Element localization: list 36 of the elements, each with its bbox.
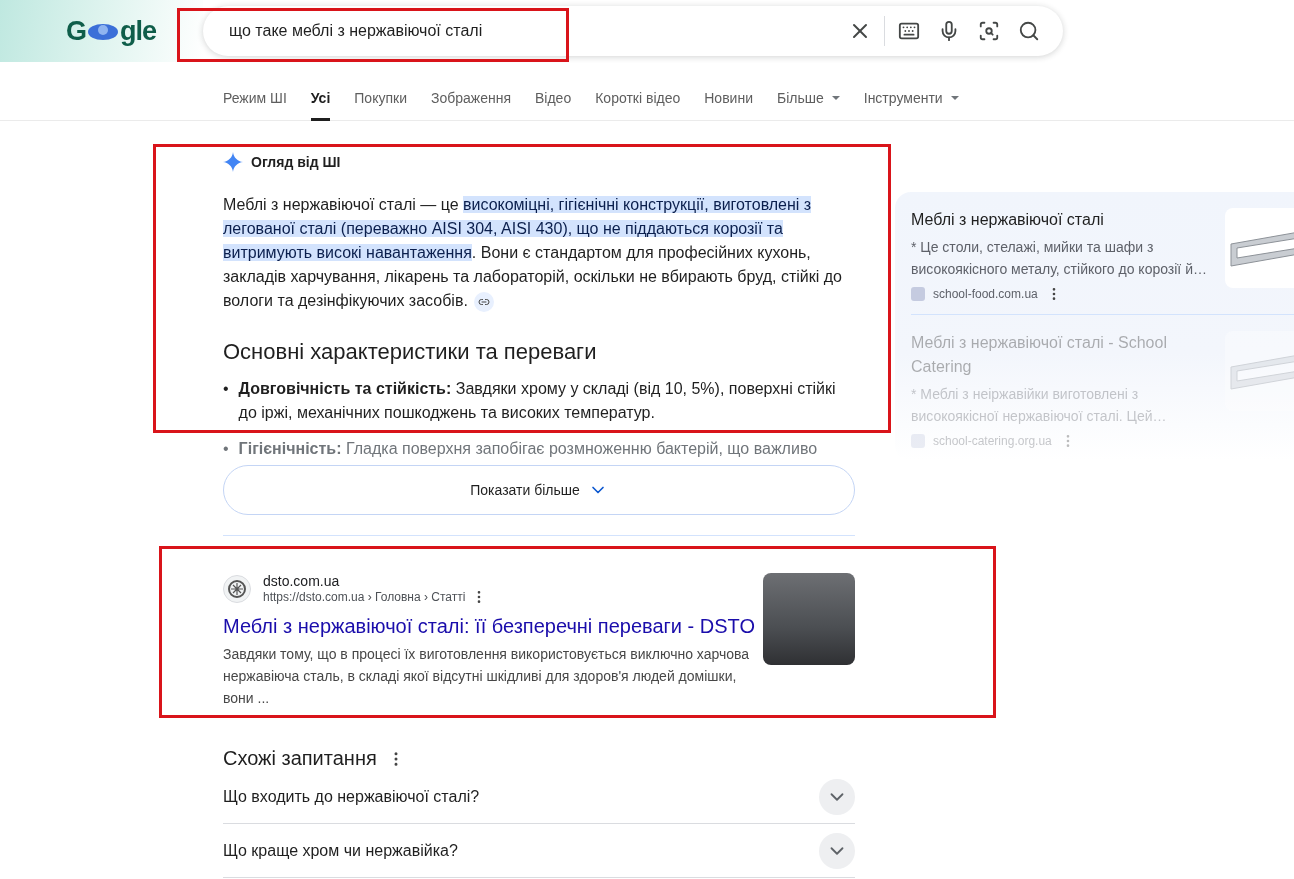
bullet-text: Гігієнічність: Гладка поверхня запобігає розмноженню бактерій, що важливо [238, 439, 818, 459]
bullet-marker: • [223, 439, 229, 459]
photo-placeholder[interactable] [763, 573, 855, 665]
result-snippet: Завдяки тому, що в процесі їх виготовлення використовується виключно харчова нержавіюча сталь, в складі якої відсутні шкідливі для здоров'я людей домішки, вони ... [223, 645, 751, 708]
link-icon[interactable] [473, 291, 494, 312]
search-tab[interactable]: Короткі відео [595, 70, 681, 121]
search-tab[interactable]: Новини [704, 70, 753, 121]
search-tab[interactable]: Більше [776, 70, 840, 121]
site-favicon [911, 287, 925, 301]
related-questions-title: Схожі запитання [223, 747, 377, 770]
search-field[interactable]: що таке меблі з нержавіючої сталі [227, 21, 840, 41]
source-snippet: * Це столи, стелажі, мийки та шафи з високоякісного металу, стійкого до корозії й… [911, 238, 1208, 279]
search-tab[interactable]: Зображення [430, 70, 511, 121]
show-more-button[interactable]: Показати більше [223, 465, 855, 515]
search-tab[interactable]: Відео [535, 70, 572, 121]
overview-heading: Основні характеристики та переваги [223, 339, 598, 365]
question-text[interactable]: Що краще хром чи нержавійка? [223, 841, 458, 860]
site-favicon [223, 575, 251, 603]
bullet-marker: • [223, 379, 229, 399]
source-site: school-catering.org.ua [933, 434, 1052, 448]
expand-button[interactable] [819, 778, 855, 815]
search-tab[interactable]: Інструменти [863, 70, 959, 121]
site-name: dsto.com.ua [263, 573, 341, 589]
search-tab[interactable]: Усі [310, 70, 331, 121]
bullet-text: Довговічність та стійкість: Завдяки хрому у складі (від 10, 5%), поверхні стійкі до іржі, механічних пошкоджень та високих температур. [238, 379, 837, 423]
product-thumbnail[interactable] [1225, 208, 1294, 288]
search-tab[interactable]: Режим ШІ [223, 70, 287, 121]
result-url: https://dsto.com.ua › Головна › Статті [263, 590, 466, 604]
source-title[interactable]: Меблі з нержавіючої сталі [911, 208, 1213, 232]
result-title-link[interactable]: Меблі з нержавіючої сталі: її безперечні переваги - DSTO [223, 613, 753, 639]
sparkle-icon [223, 152, 243, 172]
source-site: school-food.com.ua [933, 287, 1038, 301]
search-tab[interactable]: Покупки [354, 70, 407, 121]
question-text[interactable]: Що входить до нержавіючої сталі? [223, 787, 480, 806]
expand-button[interactable] [819, 832, 855, 869]
overview-title: Огляд від ШІ [251, 154, 341, 170]
